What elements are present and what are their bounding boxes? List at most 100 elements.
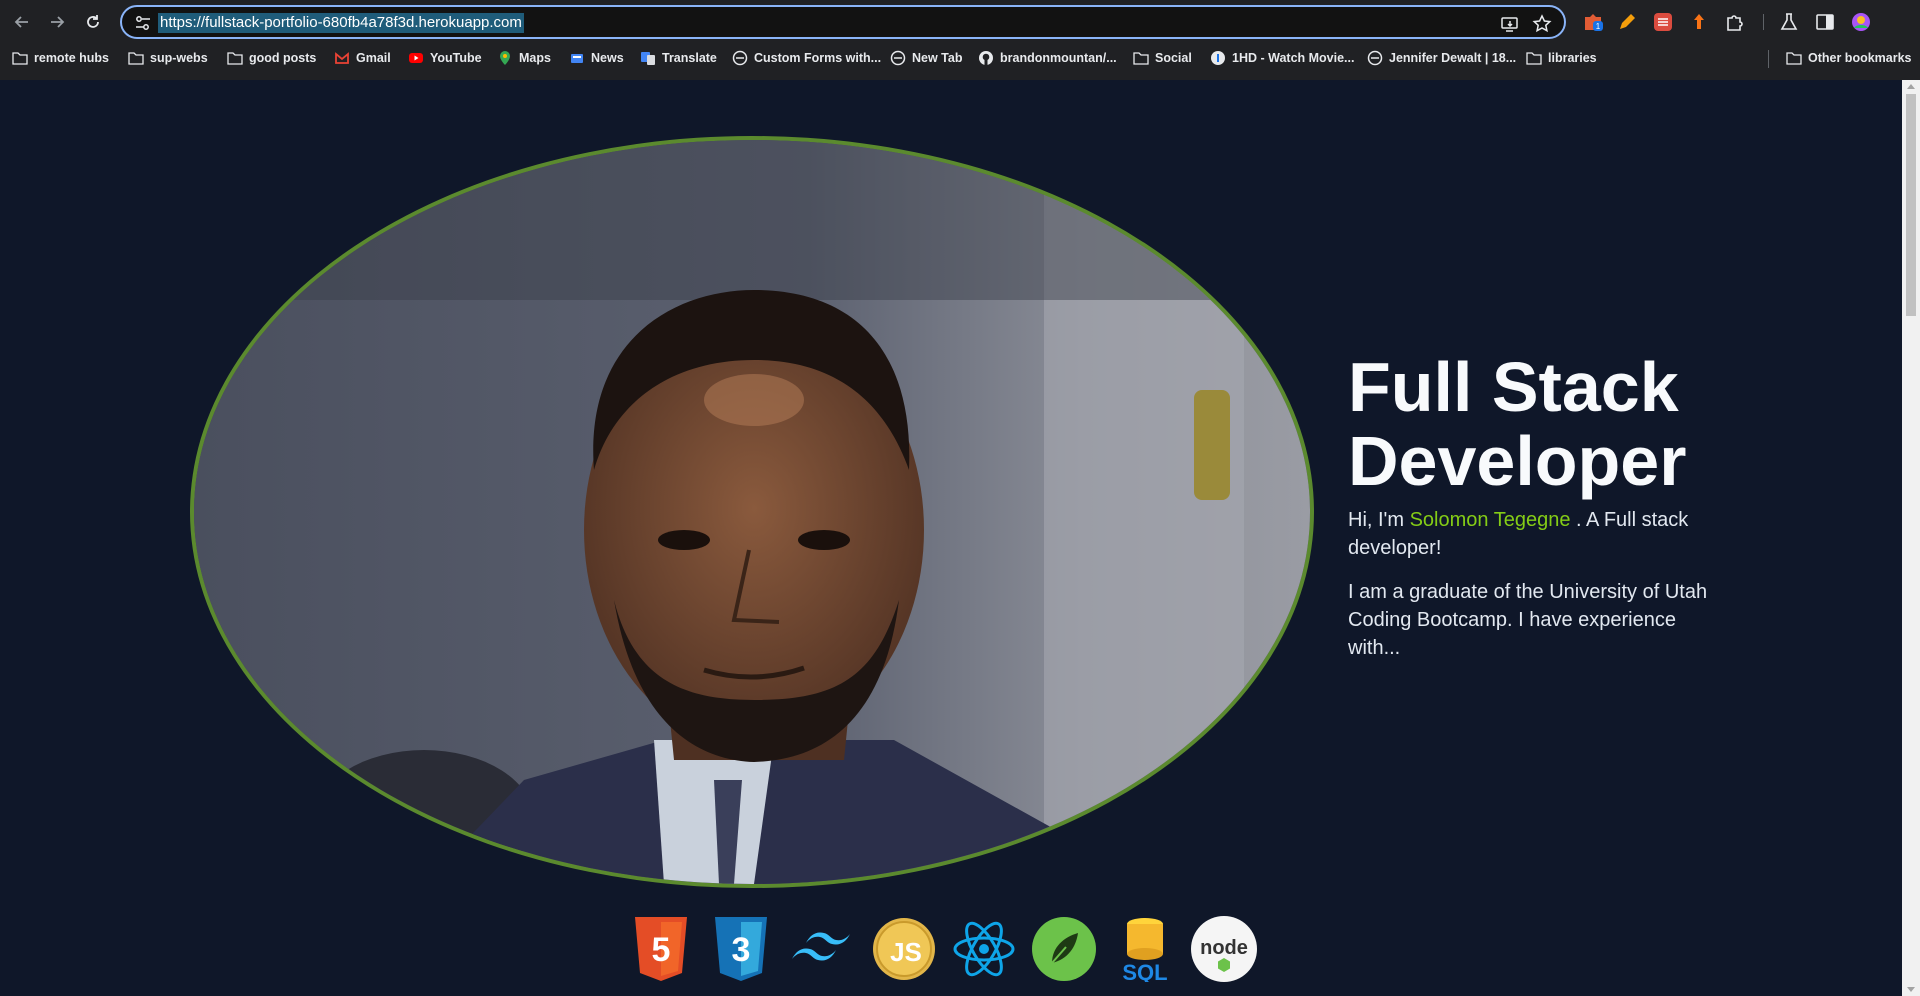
html5-icon: 5 (628, 916, 694, 982)
browser-toolbar: https://fullstack-portfolio-680fb4a78f3d… (0, 0, 1920, 44)
globe-icon (890, 50, 906, 66)
folder-icon (227, 52, 243, 65)
reload-icon (87, 15, 99, 28)
hero-bio: I am a graduate of the University of Uta… (1348, 581, 1708, 659)
react-icon (951, 916, 1017, 982)
nodejs-label: node (1200, 937, 1248, 959)
bookmark-translate[interactable]: Translate (640, 48, 717, 68)
intro-prefix: Hi, I'm (1348, 509, 1410, 531)
bookmark-label: libraries (1548, 51, 1597, 65)
hero-text: Full Stack Developer Hi, I'm Solomon Teg… (1348, 350, 1728, 662)
labs-flask-icon[interactable] (1778, 11, 1800, 33)
bookmark-libraries[interactable]: libraries (1526, 48, 1597, 68)
scroll-down-arrow[interactable] (1907, 987, 1915, 992)
puzzle-extensions-icon[interactable] (1724, 11, 1746, 33)
css3-icon: 3 (708, 916, 774, 982)
profile-photo (190, 136, 1314, 888)
maps-icon (500, 51, 510, 65)
hero-title-line1: Full Stack (1348, 348, 1679, 426)
install-app-icon[interactable] (1500, 14, 1520, 34)
bookmark-label: remote hubs (34, 51, 110, 65)
translate-icon (641, 52, 655, 65)
bookmark-maps[interactable]: Maps (497, 48, 551, 68)
pencil-extension-icon[interactable] (1616, 11, 1638, 33)
javascript-label: JS (890, 937, 922, 967)
bookmark-label: Custom Forms with... (754, 51, 882, 65)
arrow-right-icon (51, 16, 65, 28)
extension-badge: 1 (1596, 22, 1601, 31)
profile-photo-illustration (194, 140, 1310, 884)
bookmark-gmail[interactable]: Gmail (334, 48, 391, 68)
site-icon (1211, 51, 1225, 65)
bookmark-new-tab[interactable]: New Tab (890, 48, 962, 68)
folder-icon (1133, 52, 1149, 65)
bookmark-youtube[interactable]: YouTube (408, 48, 482, 68)
developer-name: Solomon Tegegne (1409, 509, 1571, 531)
bookmarks-bar: remote hubs sup-webs good posts Gmail Yo… (0, 46, 1920, 70)
bookmark-label: brandonmountan/... (1000, 51, 1117, 65)
forward-button[interactable] (45, 10, 69, 34)
folder-icon (128, 52, 144, 65)
arrow-left-icon (14, 16, 28, 28)
extension-icon[interactable]: 1 (1582, 11, 1604, 33)
hero-title-line2: Developer (1348, 422, 1687, 500)
globe-icon (1367, 50, 1383, 66)
bookmark-label: Maps (519, 51, 551, 65)
browser-chrome: https://fullstack-portfolio-680fb4a78f3d… (0, 0, 1920, 80)
bookmark-label: Gmail (356, 51, 391, 65)
bookmark-label: good posts (249, 51, 317, 65)
site-settings-icon[interactable] (134, 14, 152, 32)
bookmark-label: 1HD - Watch Movie... (1232, 51, 1355, 65)
toolbar-divider (1763, 14, 1764, 30)
address-bar[interactable]: https://fullstack-portfolio-680fb4a78f3d… (120, 5, 1566, 39)
javascript-icon: JS (871, 916, 937, 982)
bookmark-label: New Tab (912, 51, 963, 65)
side-panel-icon[interactable] (1814, 11, 1836, 33)
bookmark-label: Translate (662, 51, 717, 65)
youtube-icon (409, 53, 423, 63)
hero-title: Full Stack Developer (1348, 350, 1728, 498)
news-icon (571, 54, 583, 63)
html5-label: 5 (652, 931, 671, 969)
todoist-extension-icon[interactable] (1652, 11, 1674, 33)
hero-intro: Hi, I'm Solomon Tegegne . A Full stack d… (1348, 506, 1728, 562)
bookmark-label: Jennifer Dewalt | 18... (1389, 51, 1517, 65)
nodejs-icon: node (1191, 916, 1257, 982)
globe-icon (732, 50, 748, 66)
page-scrollbar[interactable] (1902, 80, 1920, 996)
folder-icon (12, 52, 28, 65)
bookmark-jennifer-dewalt[interactable]: Jennifer Dewalt | 18... (1367, 48, 1516, 68)
bookmark-custom-forms[interactable]: Custom Forms with... (732, 48, 881, 68)
reload-button[interactable] (81, 10, 105, 34)
tailwind-icon (790, 916, 856, 982)
bookmark-social[interactable]: Social (1133, 48, 1192, 68)
scroll-thumb[interactable] (1906, 94, 1916, 316)
back-button[interactable] (10, 10, 34, 34)
bookmark-label: Social (1155, 51, 1192, 65)
github-icon (979, 51, 993, 65)
profile-avatar-icon[interactable] (1850, 11, 1872, 33)
bookmark-label: News (591, 51, 624, 65)
bookmark-remote-hubs[interactable]: remote hubs (12, 48, 109, 68)
other-bookmarks[interactable]: Other bookmarks (1786, 48, 1912, 68)
address-url[interactable]: https://fullstack-portfolio-680fb4a78f3d… (158, 13, 524, 33)
sql-label: SQL (1122, 960, 1167, 982)
gmail-icon (335, 52, 349, 64)
bookmark-good-posts[interactable]: good posts (227, 48, 316, 68)
css3-label: 3 (732, 931, 751, 969)
bookmark-label: YouTube (430, 51, 482, 65)
orange-extension-icon[interactable] (1688, 11, 1710, 33)
bookmark-1hd[interactable]: 1HD - Watch Movie... (1210, 48, 1354, 68)
folder-icon (1526, 52, 1542, 65)
mongodb-leaf-icon (1031, 916, 1097, 982)
bookmark-sup-webs[interactable]: sup-webs (128, 48, 208, 68)
other-bookmarks-label: Other bookmarks (1808, 51, 1912, 65)
bookmarks-divider (1768, 50, 1769, 68)
portfolio-page: Full Stack Developer Hi, I'm Solomon Teg… (0, 80, 1902, 996)
sql-icon: SQL (1112, 916, 1178, 982)
scroll-up-arrow[interactable] (1907, 84, 1915, 89)
bookmark-star-icon[interactable] (1532, 14, 1552, 34)
bookmark-brandonmountan[interactable]: brandonmountan/... (978, 48, 1117, 68)
folder-icon (1786, 52, 1802, 65)
bookmark-news[interactable]: News (569, 48, 624, 68)
